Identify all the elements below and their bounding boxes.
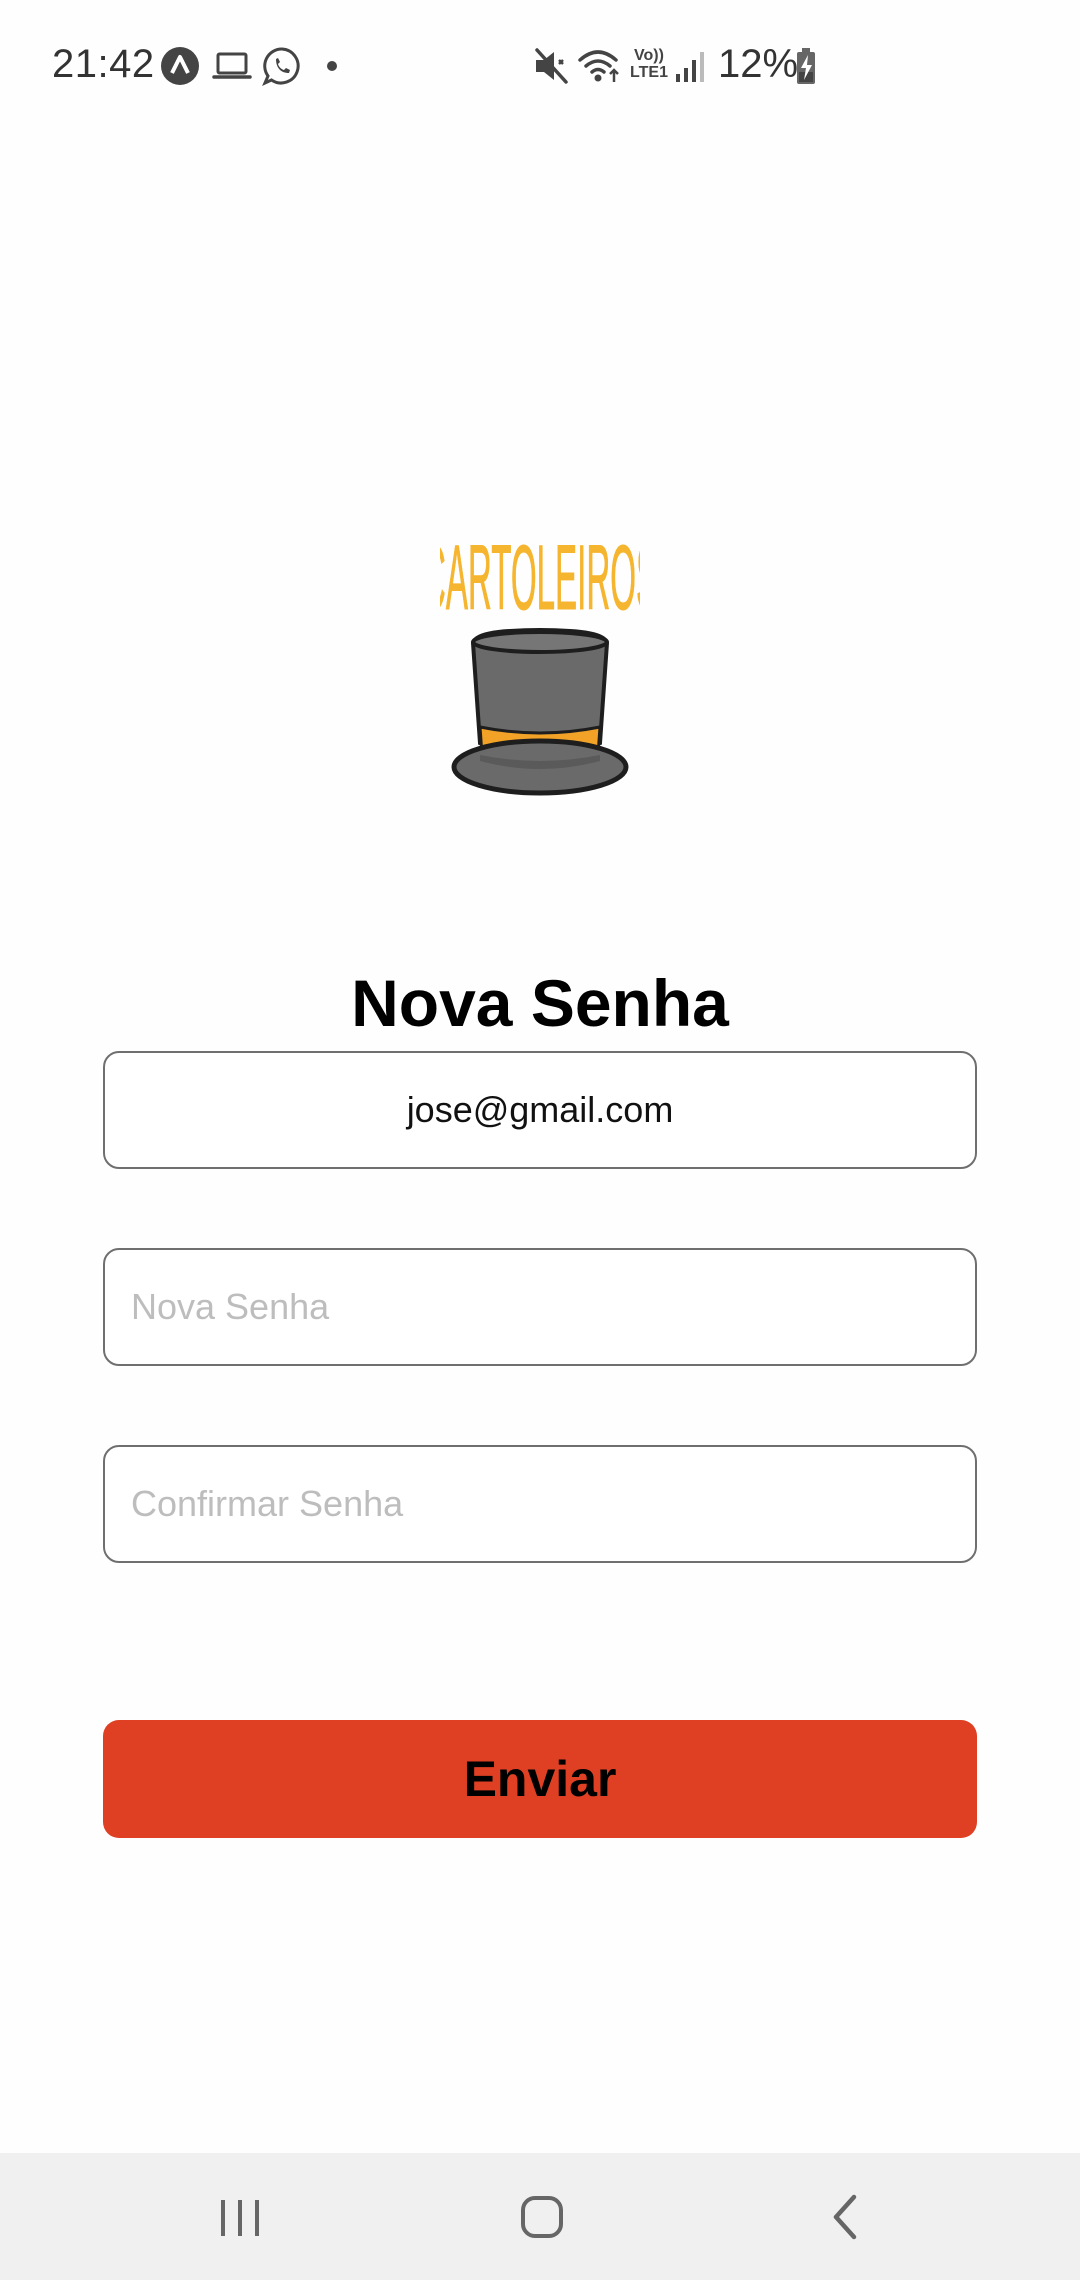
battery-charging-icon — [797, 48, 815, 84]
status-time: 21:42 — [52, 42, 155, 86]
mute-vibrate-icon — [535, 48, 568, 84]
volte-icon: Vo)) LTE1 — [630, 47, 668, 81]
wifi-icon — [578, 50, 619, 82]
logo-wordmark: CARTOLEIROS — [440, 525, 640, 629]
back-button[interactable] — [790, 2181, 900, 2251]
app-logo: CARTOLEIROS — [422, 505, 658, 805]
confirm-password-field[interactable] — [103, 1445, 977, 1563]
laptop-icon — [212, 52, 252, 79]
whatsapp-icon — [262, 47, 300, 86]
logo-graphic: CARTOLEIROS — [422, 525, 658, 796]
submit-button[interactable]: Enviar — [103, 1720, 977, 1838]
recent-apps-button[interactable] — [185, 2181, 295, 2251]
dot-icon — [327, 61, 337, 71]
signal-icon — [676, 52, 704, 82]
email-field[interactable] — [103, 1051, 977, 1169]
home-button[interactable] — [487, 2181, 597, 2251]
autopilot-icon — [161, 47, 199, 85]
page-title: Nova Senha — [351, 966, 729, 1040]
navigation-bar — [0, 2153, 1080, 2280]
home-icon — [521, 2196, 563, 2238]
status-bar: 21:42 Vo)) LTE1 12% — [0, 0, 1080, 135]
top-hat-icon — [451, 628, 629, 796]
recent-apps-icon — [221, 2200, 259, 2236]
battery-percent: 12% — [718, 42, 799, 86]
back-icon — [833, 2194, 857, 2240]
new-password-field[interactable] — [103, 1248, 977, 1366]
